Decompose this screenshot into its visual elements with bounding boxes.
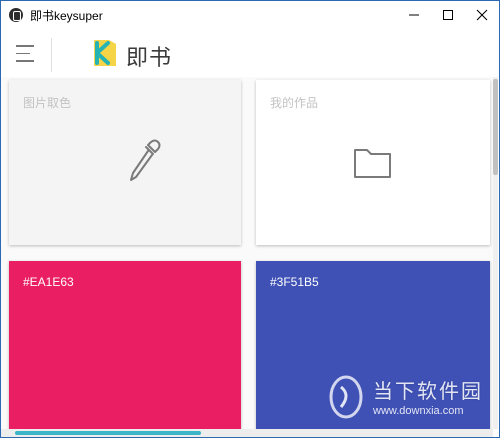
color-swatch-card[interactable]: #EA1E63 xyxy=(9,261,241,429)
my-works-card[interactable]: 我的作品 xyxy=(256,80,490,245)
keysuper-logo-icon xyxy=(94,40,116,66)
window-title: 即书keysuper xyxy=(30,8,103,23)
brand-name: 即书 xyxy=(126,46,173,71)
color-picker-card[interactable]: 图片取色 xyxy=(9,80,241,245)
my-works-label: 我的作品 xyxy=(270,96,319,110)
horizontal-scrollbar-thumb[interactable] xyxy=(15,431,201,435)
color-swatch-label: #3F51B5 xyxy=(270,275,319,289)
minimize-button[interactable] xyxy=(397,1,431,29)
eyedropper-icon xyxy=(130,139,161,181)
hamburger-icon[interactable] xyxy=(16,45,36,63)
watermark-name: 当下软件园 xyxy=(373,379,483,403)
vertical-scrollbar-thumb[interactable] xyxy=(493,79,498,175)
minimize-icon xyxy=(409,14,419,16)
watermark: 当下软件园 www.downxia.com xyxy=(329,373,499,429)
downxia-logo-icon xyxy=(329,375,363,419)
window-controls xyxy=(397,1,499,29)
color-swatch-label: #EA1E63 xyxy=(23,275,74,289)
close-button[interactable] xyxy=(465,1,499,29)
color-picker-label: 图片取色 xyxy=(23,96,72,110)
watermark-url: www.downxia.com xyxy=(373,405,464,417)
title-bar[interactable]: 即书keysuper xyxy=(1,1,499,29)
horizontal-scrollbar[interactable] xyxy=(1,429,493,437)
close-icon xyxy=(476,9,488,21)
app-icon xyxy=(9,8,23,22)
maximize-icon xyxy=(443,10,453,20)
app-header: 即书 xyxy=(1,29,493,77)
maximize-button[interactable] xyxy=(431,1,465,29)
folder-icon xyxy=(354,149,391,178)
header-divider xyxy=(51,38,52,72)
app-window: 即书keysuper 即书 图片取色 我的作品 #EA1E63 #3F51B5 … xyxy=(0,0,500,438)
